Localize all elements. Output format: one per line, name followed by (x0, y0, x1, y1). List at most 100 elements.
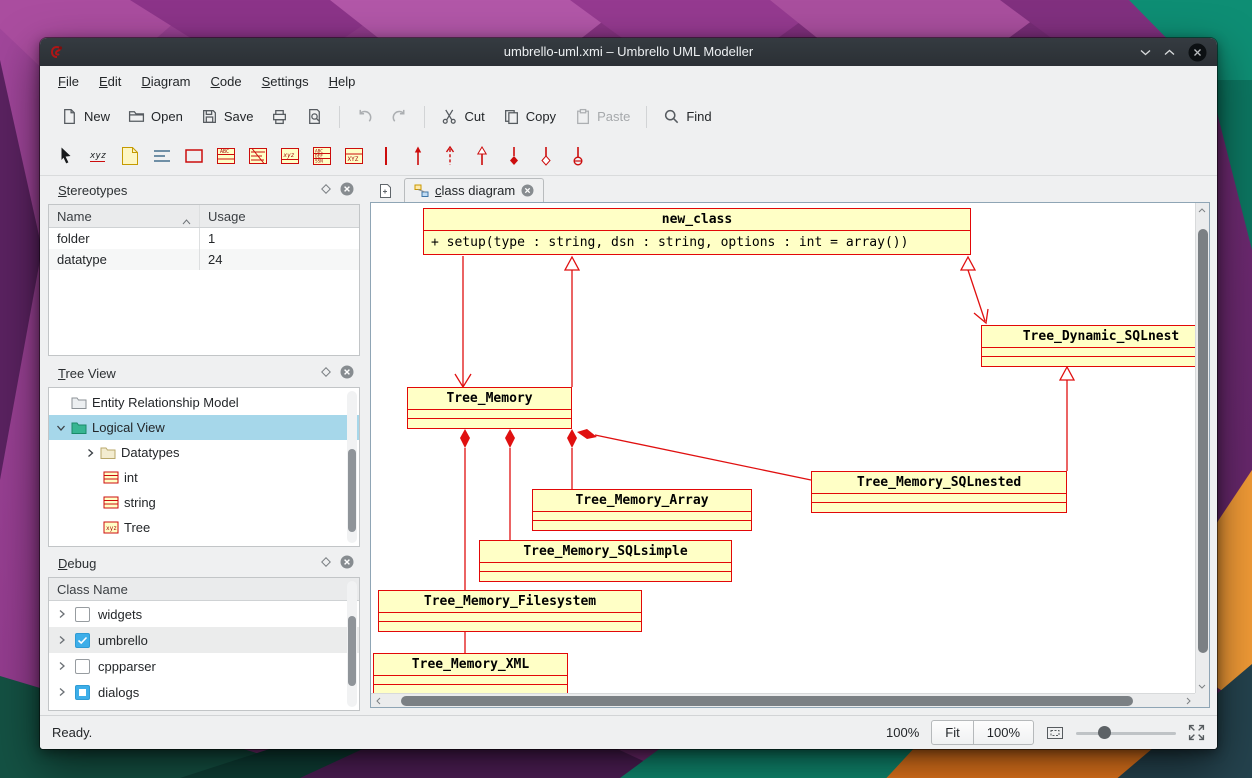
debug-column-header[interactable]: Class Name (49, 578, 359, 601)
dock-close-button[interactable] (340, 182, 354, 199)
fit-button[interactable]: Fit (931, 720, 973, 745)
tree-item-datatypes[interactable]: Datatypes (49, 440, 359, 465)
copy-button[interactable]: Copy (494, 103, 565, 130)
tree-item-logical-view[interactable]: Logical View (49, 415, 359, 440)
close-button[interactable] (1188, 43, 1207, 62)
tool-note[interactable] (116, 142, 143, 169)
tab-close-icon[interactable] (521, 184, 534, 197)
paste-button[interactable]: Paste (565, 103, 639, 130)
checkbox-unchecked[interactable] (75, 659, 90, 674)
zoom-fit-page-button[interactable] (1046, 725, 1064, 741)
tree-item-tree[interactable]: xyz Tree (49, 515, 359, 540)
stereotype-row[interactable]: datatype 24 (49, 249, 359, 270)
diagram-canvas[interactable]: new_class + setup(type : string, dsn : s… (371, 203, 1195, 693)
uml-class-tree-memory[interactable]: Tree_Memory (407, 387, 572, 429)
tree-view-scrollbar[interactable] (347, 391, 357, 543)
dock-float-icon[interactable] (320, 366, 332, 381)
scroll-up-icon[interactable] (1195, 203, 1209, 217)
tool-text[interactable]: xyz (84, 142, 111, 169)
checkbox-checked[interactable] (75, 633, 90, 648)
scroll-left-icon[interactable] (371, 694, 385, 708)
stereotypes-table-header[interactable]: Name Usage (49, 205, 359, 228)
zoom-slider[interactable] (1076, 725, 1176, 741)
scrollbar-thumb[interactable] (1198, 229, 1208, 653)
tool-generalization[interactable] (468, 142, 495, 169)
expander-right-icon[interactable] (57, 635, 67, 645)
dock-float-icon[interactable] (320, 556, 332, 571)
zoom-100-button[interactable]: 100% (973, 720, 1034, 745)
undo-button[interactable] (347, 103, 382, 130)
tree-item-entity-relationship-model[interactable]: Entity Relationship Model (49, 390, 359, 415)
dock-float-icon[interactable] (320, 183, 332, 198)
debug-scrollbar[interactable] (347, 581, 357, 707)
slider-track[interactable] (1076, 732, 1176, 735)
tool-datatype[interactable]: xyz (276, 142, 303, 169)
tool-pointer[interactable] (52, 142, 79, 169)
checkbox-unchecked[interactable] (75, 607, 90, 622)
debug-item-umbrello[interactable]: umbrello (49, 627, 359, 653)
column-header-usage[interactable]: Usage (199, 205, 359, 227)
menu-code[interactable]: Code (201, 69, 252, 94)
tool-aggregation[interactable] (532, 142, 559, 169)
tool-association[interactable] (372, 142, 399, 169)
tree-item-string[interactable]: string (49, 490, 359, 515)
checkbox-partial[interactable] (75, 685, 90, 700)
dock-close-button[interactable] (340, 555, 354, 572)
tool-box[interactable] (180, 142, 207, 169)
scrollbar-thumb[interactable] (401, 696, 1133, 706)
horizontal-scrollbar[interactable] (371, 693, 1195, 707)
save-button[interactable]: Save (192, 103, 263, 130)
dock-close-button[interactable] (340, 365, 354, 382)
scrollbar-thumb[interactable] (348, 449, 356, 533)
print-button[interactable] (262, 103, 297, 130)
menu-file[interactable]: File (48, 69, 89, 94)
expander-right-icon[interactable] (57, 609, 67, 619)
tool-uni-association[interactable] (404, 142, 431, 169)
titlebar[interactable]: umbrello-uml.xmi – Umbrello UML Modeller (40, 38, 1217, 66)
tool-entity[interactable]: XYZ (340, 142, 367, 169)
tool-align[interactable] (148, 142, 175, 169)
scroll-down-icon[interactable] (1195, 679, 1209, 693)
uml-class-tree-memory-array[interactable]: Tree_Memory_Array (532, 489, 752, 531)
tab-class-diagram[interactable]: class diagram (404, 178, 544, 202)
menu-edit[interactable]: Edit (89, 69, 131, 94)
minimize-button[interactable] (1140, 49, 1151, 56)
column-header-name[interactable]: Name (49, 205, 199, 227)
maximize-button[interactable] (1164, 49, 1175, 56)
expander-right-icon[interactable] (57, 661, 67, 671)
uml-class-tree-memory-sqlnested[interactable]: Tree_Memory_SQLnested (811, 471, 1067, 513)
fullscreen-button[interactable] (1188, 724, 1205, 741)
tool-containment[interactable] (564, 142, 591, 169)
debug-item-cppparser[interactable]: cppparser (49, 653, 359, 679)
stereotype-row[interactable]: folder 1 (49, 228, 359, 249)
debug-item-widgets[interactable]: widgets (49, 601, 359, 627)
uml-class-tree-memory-xml[interactable]: Tree_Memory_XML (373, 653, 568, 693)
tree-view-dock-header[interactable]: Tree View (48, 361, 360, 385)
tree-item-int[interactable]: int (49, 465, 359, 490)
tool-dependency[interactable] (436, 142, 463, 169)
stereotypes-dock-header[interactable]: Stereotypes (48, 178, 360, 202)
redo-button[interactable] (382, 103, 417, 130)
tool-composition[interactable] (500, 142, 527, 169)
scrollbar-thumb[interactable] (348, 616, 356, 685)
tool-class[interactable]: ABC (212, 142, 239, 169)
new-button[interactable]: New (52, 103, 119, 130)
uml-class-tree-dynamic-sqlnest[interactable]: Tree_Dynamic_SQLnest (981, 325, 1195, 367)
tool-enum[interactable]: ABCDEFSSN (308, 142, 335, 169)
new-tab-button[interactable] (372, 179, 398, 202)
debug-item-dialogs[interactable]: dialogs (49, 679, 359, 705)
menu-diagram[interactable]: Diagram (131, 69, 200, 94)
cut-button[interactable]: Cut (432, 103, 493, 130)
uml-class-tree-memory-filesystem[interactable]: Tree_Memory_Filesystem (378, 590, 642, 632)
debug-dock-header[interactable]: Debug (48, 551, 360, 575)
slider-handle[interactable] (1098, 726, 1111, 739)
vertical-scrollbar[interactable] (1195, 203, 1209, 693)
print-preview-button[interactable] (297, 103, 332, 130)
menu-settings[interactable]: Settings (252, 69, 319, 94)
scroll-right-icon[interactable] (1181, 694, 1195, 708)
menu-help[interactable]: Help (319, 69, 366, 94)
uml-class-new-class[interactable]: new_class + setup(type : string, dsn : s… (423, 208, 971, 255)
expander-right-icon[interactable] (85, 448, 95, 458)
expander-right-icon[interactable] (57, 687, 67, 697)
tool-interface[interactable] (244, 142, 271, 169)
